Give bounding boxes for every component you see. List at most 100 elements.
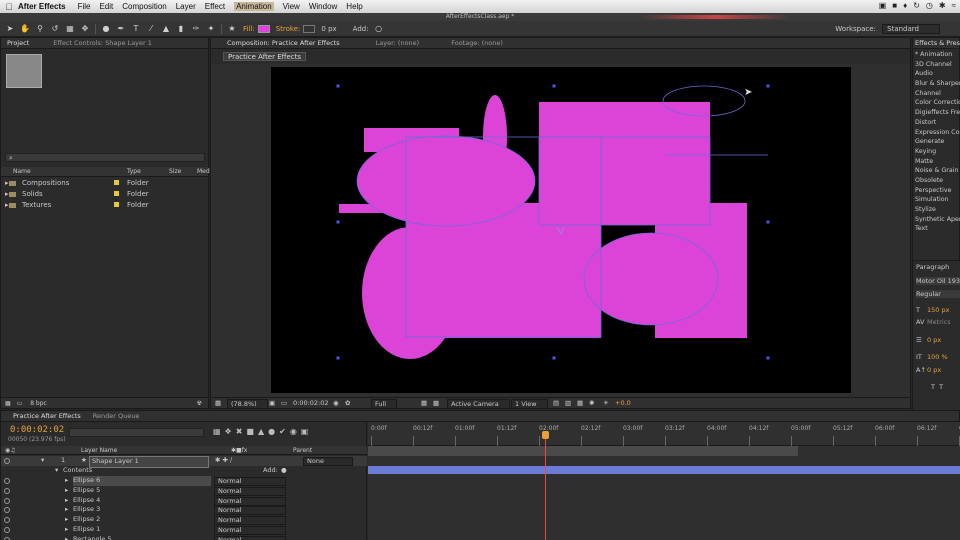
expand-arrow-icon[interactable]: ▾	[41, 456, 44, 466]
pan-behind-tool-icon[interactable]: ✥	[80, 24, 90, 34]
table-row[interactable]: ▸ Ellipse 6 Normal	[1, 476, 367, 486]
timeline-graph-area[interactable]: 0:00f 00:12f 01:00f 01:12f 02:00f 02:12f 03:00…	[368, 422, 960, 540]
composition-canvas[interactable]: ➤	[271, 67, 851, 393]
group-name[interactable]: Ellipse 1	[73, 525, 100, 535]
menu-edit[interactable]: Edit	[99, 2, 113, 11]
expand-arrow-icon[interactable]: ▸	[65, 476, 68, 486]
effects-category-item[interactable]: Simulation	[913, 195, 960, 205]
menu-layer[interactable]: Layer	[176, 2, 196, 11]
exposure-icon[interactable]: ☀	[603, 398, 609, 409]
stroke-width-value[interactable]: 0 px	[321, 25, 336, 33]
safe-zones-icon[interactable]: ▣	[269, 398, 275, 409]
roto-brush-tool-icon[interactable]: ✑	[191, 24, 201, 34]
layer-switch-icons[interactable]: ✱ ✚ ∕	[215, 456, 232, 466]
new-folder-icon[interactable]: ▭	[17, 400, 23, 407]
group-name[interactable]: Ellipse 6	[73, 476, 211, 486]
blend-mode-dropdown[interactable]: Normal	[214, 496, 286, 506]
visibility-eye-icon[interactable]	[4, 497, 10, 504]
font-family-dropdown[interactable]: Motor Oil 1937	[916, 277, 960, 285]
effects-category-item[interactable]: Obsolete	[913, 176, 960, 186]
wifi-icon[interactable]: ≈	[952, 1, 956, 10]
visibility-eye-icon[interactable]	[4, 458, 10, 464]
effects-category-item[interactable]: Digieffects FreeForm	[913, 108, 960, 118]
pen-tool-icon[interactable]: ✒	[116, 24, 126, 34]
show-channel-icon[interactable]: ✿	[345, 398, 350, 409]
effects-category-item[interactable]: Audio	[913, 69, 960, 79]
effects-category-item[interactable]: Text	[913, 224, 960, 234]
camera-view-dropdown[interactable]: Active Camera	[447, 399, 510, 409]
table-row[interactable]: ▸ Ellipse 4 Normal	[1, 496, 367, 506]
tab-paragraph[interactable]: Paragraph	[916, 263, 949, 271]
tab-composition[interactable]: Composition: Practice After Effects	[221, 39, 346, 47]
menu-help[interactable]: Help	[346, 2, 362, 11]
mask-visibility-icon[interactable]: ▭	[281, 398, 287, 409]
flowchart-icon[interactable]: ✺	[589, 398, 594, 409]
list-item[interactable]: ▸ Textures Folder	[1, 200, 208, 211]
eraser-tool-icon[interactable]: ▮	[176, 24, 186, 34]
effects-category-item[interactable]: 3D Channel	[913, 60, 960, 70]
menu-file[interactable]: File	[78, 2, 91, 11]
parent-dropdown[interactable]: None	[303, 457, 353, 466]
timemachine-icon[interactable]: ◷	[926, 1, 933, 10]
interpret-footage-icon[interactable]: ▦	[5, 400, 11, 407]
visibility-eye-icon[interactable]	[4, 517, 10, 524]
col-size[interactable]: Size	[169, 167, 181, 177]
clone-stamp-tool-icon[interactable]: ▲	[161, 24, 171, 34]
list-item[interactable]: ▸ Compositions Folder	[1, 178, 208, 189]
effects-category-item[interactable]: Synthetic Aperture	[913, 215, 960, 225]
menu-window[interactable]: Window	[309, 2, 337, 11]
effects-category-item[interactable]: * Animation	[913, 50, 960, 60]
effects-category-item[interactable]: Matte	[913, 157, 960, 167]
fill-color-swatch[interactable]	[257, 24, 270, 33]
blend-mode-dropdown[interactable]: Normal	[214, 477, 286, 486]
effects-category-item[interactable]: Distort	[913, 118, 960, 128]
col-type[interactable]: Type	[127, 167, 141, 177]
fast-previews-icon[interactable]: ▧	[565, 398, 571, 409]
transparency-grid-icon[interactable]: ▩	[433, 398, 439, 409]
shape-tool-icon[interactable]: ●	[101, 24, 111, 34]
bpc-toggle[interactable]: 8 bpc	[30, 400, 47, 407]
number-badge-icon[interactable]: ■	[892, 1, 897, 10]
bluetooth-icon[interactable]: ✱	[939, 1, 946, 10]
group-name[interactable]: Ellipse 3	[73, 505, 100, 515]
group-name[interactable]: Rectangle 5	[73, 535, 112, 540]
selection-tool-icon[interactable]: ➤	[5, 24, 15, 34]
fill-label[interactable]: Fill:	[243, 25, 255, 33]
font-style-dropdown[interactable]: Regular	[916, 290, 960, 298]
effects-category-item[interactable]: Perspective	[913, 186, 960, 196]
vertical-scale-value[interactable]: 100 %	[927, 353, 948, 361]
workspace-dropdown[interactable]: Standard	[882, 24, 940, 34]
time-ruler[interactable]: 0:00f 00:12f 01:00f 01:12f 02:00f 02:12f 03:00…	[368, 422, 960, 446]
group-name[interactable]: Ellipse 2	[73, 515, 100, 525]
expand-arrow-icon[interactable]: ▸	[65, 525, 68, 535]
sync-icon[interactable]: ↻	[913, 1, 920, 10]
expand-arrow-icon[interactable]: ▸	[65, 515, 68, 525]
baseline-shift-value[interactable]: 0 px	[927, 366, 941, 374]
visibility-eye-icon[interactable]	[4, 527, 10, 533]
faux-style-icons[interactable]: T T	[931, 383, 943, 391]
current-time-indicator[interactable]	[545, 436, 546, 540]
brush-tool-icon[interactable]: ⁄	[146, 24, 156, 34]
blend-mode-dropdown[interactable]: Normal	[214, 526, 286, 535]
stroke-color-swatch[interactable]	[303, 24, 316, 33]
puppet-tool-icon[interactable]: ✦	[206, 24, 216, 34]
effects-category-item[interactable]: Noise & Grain	[913, 166, 960, 176]
effects-category-item[interactable]: Channel	[913, 89, 960, 99]
region-of-interest-icon[interactable]: ▦	[421, 398, 427, 409]
view-layout-dropdown[interactable]: 1 View	[511, 399, 548, 409]
visibility-eye-icon[interactable]	[4, 478, 10, 484]
effects-category-item[interactable]: Generate	[913, 137, 960, 147]
magnification-dropdown[interactable]: (78.8%)	[227, 399, 268, 409]
tab-render-queue[interactable]: Render Queue	[87, 412, 146, 420]
expand-arrow-icon[interactable]: ▾	[55, 466, 58, 476]
group-name[interactable]: Ellipse 5	[73, 486, 100, 496]
effects-category-item[interactable]: Blur & Sharpen	[913, 79, 960, 89]
col-name[interactable]: Name	[13, 167, 31, 177]
work-area-bar[interactable]	[368, 446, 798, 456]
add-circle-icon[interactable]: ○	[374, 24, 384, 34]
stroke-label[interactable]: Stroke:	[276, 25, 301, 33]
timeline-switch-icons[interactable]: ▦❖✖■▲●✔◉▣	[213, 427, 312, 436]
blend-mode-dropdown[interactable]: Normal	[214, 506, 286, 516]
table-row[interactable]: ▸ Ellipse 1 Normal	[1, 525, 367, 535]
group-name[interactable]: Ellipse 4	[73, 496, 100, 506]
